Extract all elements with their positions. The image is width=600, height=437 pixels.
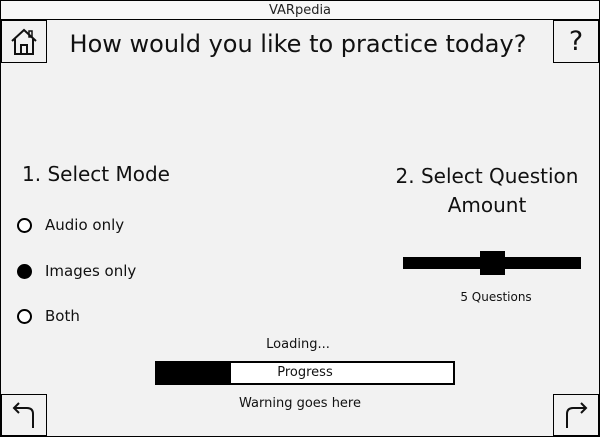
help-icon: ? bbox=[568, 26, 584, 57]
window-title: VARpedia bbox=[1, 1, 599, 20]
help-button[interactable]: ? bbox=[553, 20, 599, 63]
loading-text: Loading... bbox=[266, 337, 330, 352]
mode-option-label: Both bbox=[45, 307, 80, 325]
back-arrow-icon bbox=[12, 402, 34, 428]
radio-button-icon[interactable] bbox=[17, 217, 32, 233]
mode-section-title: 1. Select Mode bbox=[22, 162, 170, 186]
radio-button-icon[interactable] bbox=[17, 263, 32, 279]
mode-option-images[interactable]: Images only bbox=[17, 262, 136, 280]
forward-arrow-icon bbox=[566, 402, 588, 428]
back-button[interactable] bbox=[1, 394, 47, 436]
app-window: VARpedia How would you like to practice … bbox=[0, 0, 600, 437]
warning-text: Warning goes here bbox=[239, 396, 361, 411]
mode-option-label: Audio only bbox=[45, 216, 125, 234]
progress-bar: Progress bbox=[155, 361, 455, 385]
next-button[interactable] bbox=[553, 394, 599, 436]
question-amount-label: 5 Questions bbox=[460, 290, 532, 304]
amount-section-title: 2. Select Question Amount bbox=[395, 164, 579, 217]
page-title: How would you like to practice today? bbox=[69, 30, 527, 58]
mode-option-label: Images only bbox=[45, 262, 137, 280]
mode-option-both[interactable]: Both bbox=[17, 307, 80, 325]
radio-button-icon[interactable] bbox=[17, 308, 32, 324]
mode-option-audio[interactable]: Audio only bbox=[17, 216, 124, 234]
slider-thumb[interactable] bbox=[480, 251, 505, 275]
question-amount-slider[interactable] bbox=[403, 251, 581, 275]
progress-label: Progress bbox=[277, 365, 333, 380]
